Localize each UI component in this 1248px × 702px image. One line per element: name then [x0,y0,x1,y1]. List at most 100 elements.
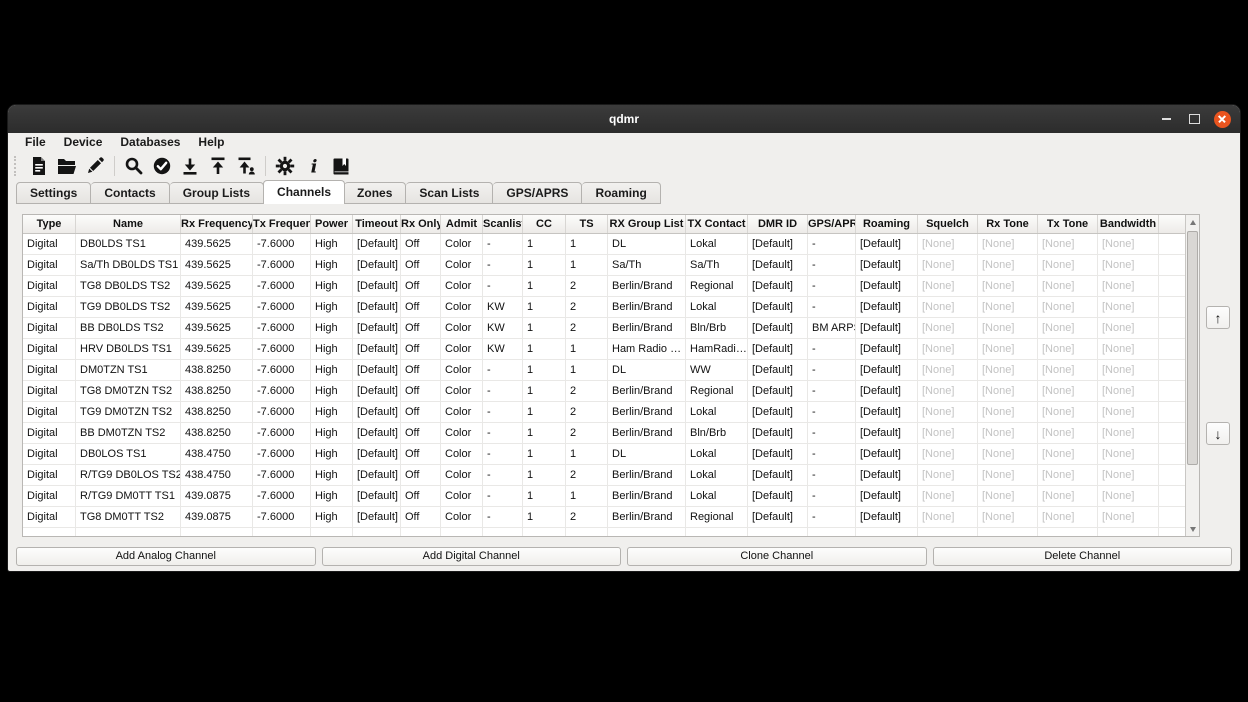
column-header-squelch[interactable]: Squelch [918,215,978,233]
tab-zones[interactable]: Zones [344,182,406,204]
channel-row-1[interactable]: DigitalDB0LDS TS1439.5625-7.6000High[Def… [23,234,1185,255]
add-analog-channel-button[interactable]: Add Analog Channel [16,547,316,566]
toolbar-search-button[interactable] [121,154,147,178]
titlebar[interactable]: qdmr [8,105,1240,134]
column-header-rx-frequency[interactable]: Rx Frequency [181,215,253,233]
toolbar-verify-button[interactable] [149,154,175,178]
toolbar-save-button[interactable] [328,154,354,178]
scroll-up-button[interactable] [1186,216,1199,228]
column-header-type[interactable]: Type [23,215,76,233]
cell: - [483,423,523,443]
toolbar-drag-handle[interactable] [14,156,21,176]
column-header-scanlist[interactable]: Scanlist [483,215,523,233]
cell: 1 [523,423,566,443]
column-header-rx-tone[interactable]: Rx Tone [978,215,1038,233]
cell: [None] [978,381,1038,401]
column-header-admit[interactable]: Admit [441,215,483,233]
channel-row-13[interactable]: DigitalR/TG9 DM0TT TS1439.0875-7.6000Hig… [23,486,1185,507]
menu-databases[interactable]: Databases [111,133,189,151]
maximize-button[interactable] [1182,105,1206,133]
menu-file[interactable]: File [16,133,55,151]
move-channel-up-button[interactable]: ↑ [1206,306,1230,329]
tab-gps-aprs[interactable]: GPS/APRS [493,182,582,204]
column-header-gps-aprs[interactable]: GPS/APRS [808,215,856,233]
cell [441,528,483,536]
cell: [None] [1038,255,1098,275]
cell: Lokal [686,402,748,422]
cell: Digital [23,444,76,464]
cell: [None] [1038,276,1098,296]
add-digital-channel-button[interactable]: Add Digital Channel [322,547,622,566]
cell [608,528,686,536]
column-header-rx-only[interactable]: Rx Only [401,215,441,233]
menu-device[interactable]: Device [55,133,112,151]
cell: [Default] [353,465,401,485]
tab-contacts[interactable]: Contacts [91,182,169,204]
toolbar-about-button[interactable]: i [300,154,326,178]
cell: [None] [1038,402,1098,422]
channel-row-10[interactable]: DigitalBB DM0TZN TS2438.8250-7.6000High[… [23,423,1185,444]
cell: [None] [1098,234,1159,254]
cell: Off [401,507,441,527]
cell: High [311,255,353,275]
toolbar-edit-codeplug-button[interactable] [82,154,108,178]
column-header-tx-frequency[interactable]: Tx Frequency [253,215,311,233]
cell: Color [441,276,483,296]
channel-row-11[interactable]: DigitalDB0LOS TS1438.4750-7.6000High[Def… [23,444,1185,465]
cell: [Default] [856,339,918,359]
menu-help[interactable]: Help [189,133,233,151]
tab-scan-lists[interactable]: Scan Lists [406,182,493,204]
channel-row-9[interactable]: DigitalTG9 DM0TZN TS2438.8250-7.6000High… [23,402,1185,423]
channel-row-3[interactable]: DigitalTG8 DB0LDS TS2439.5625-7.6000High… [23,276,1185,297]
tab-channels[interactable]: Channels [263,180,345,204]
scroll-down-button[interactable] [1186,523,1199,535]
channel-row-2[interactable]: DigitalSa/Th DB0LDS TS1439.5625-7.6000Hi… [23,255,1185,276]
column-header-tx-contact[interactable]: TX Contact [686,215,748,233]
channel-row-5[interactable]: DigitalBB DB0LDS TS2439.5625-7.6000High[… [23,318,1185,339]
column-header-ts[interactable]: TS [566,215,608,233]
cell [918,528,978,536]
channel-row-4[interactable]: DigitalTG9 DB0LDS TS2439.5625-7.6000High… [23,297,1185,318]
toolbar-new-codeplug-button[interactable] [26,154,52,178]
cell: Lokal [686,444,748,464]
channel-row-6[interactable]: DigitalHRV DB0LDS TS1439.5625-7.6000High… [23,339,1185,360]
column-header-tx-tone[interactable]: Tx Tone [1038,215,1098,233]
cell: - [808,339,856,359]
vertical-scrollbar[interactable] [1185,215,1199,536]
column-header-timeout[interactable]: Timeout [353,215,401,233]
channel-row-12[interactable]: DigitalR/TG9 DB0LOS TS2438.4750-7.6000Hi… [23,465,1185,486]
column-header-bandwidth[interactable]: Bandwidth [1098,215,1159,233]
minimize-button[interactable] [1154,105,1178,133]
upload-callsign-db-icon [236,156,256,176]
toolbar-settings-button[interactable] [272,154,298,178]
channel-row-8[interactable]: DigitalTG8 DM0TZN TS2438.8250-7.6000High… [23,381,1185,402]
clone-channel-button[interactable]: Clone Channel [627,547,927,566]
cell: [Default] [856,444,918,464]
cell: KW [483,297,523,317]
channel-row-14[interactable]: DigitalTG8 DM0TT TS2439.0875-7.6000High[… [23,507,1185,528]
toolbar-download-button[interactable] [177,154,203,178]
tab-group-lists[interactable]: Group Lists [170,182,264,204]
delete-channel-button[interactable]: Delete Channel [933,547,1233,566]
move-channel-down-button[interactable]: ↓ [1206,422,1230,445]
channel-row-7[interactable]: DigitalDM0TZN TS1438.8250-7.6000High[Def… [23,360,1185,381]
cell: HRV DB0LDS TS1 [76,339,181,359]
toolbar-upload-callsign-db-button[interactable] [233,154,259,178]
column-header-rx-group-list[interactable]: RX Group List [608,215,686,233]
tab-roaming[interactable]: Roaming [582,182,660,204]
scrollbar-thumb[interactable] [1187,231,1198,465]
column-header-power[interactable]: Power [311,215,353,233]
tab-settings[interactable]: Settings [16,182,91,204]
close-button[interactable] [1210,105,1234,133]
cell: [None] [918,255,978,275]
column-header-dmr-id[interactable]: DMR ID [748,215,808,233]
toolbar-upload-button[interactable] [205,154,231,178]
cell: TG8 DB0LDS TS2 [76,276,181,296]
cell: -7.6000 [253,402,311,422]
column-header-name[interactable]: Name [76,215,181,233]
column-header-roaming[interactable]: Roaming [856,215,918,233]
column-header-cc[interactable]: CC [523,215,566,233]
cell: Berlin/Brand [608,465,686,485]
toolbar-open-codeplug-button[interactable] [54,154,80,178]
cell: -7.6000 [253,339,311,359]
